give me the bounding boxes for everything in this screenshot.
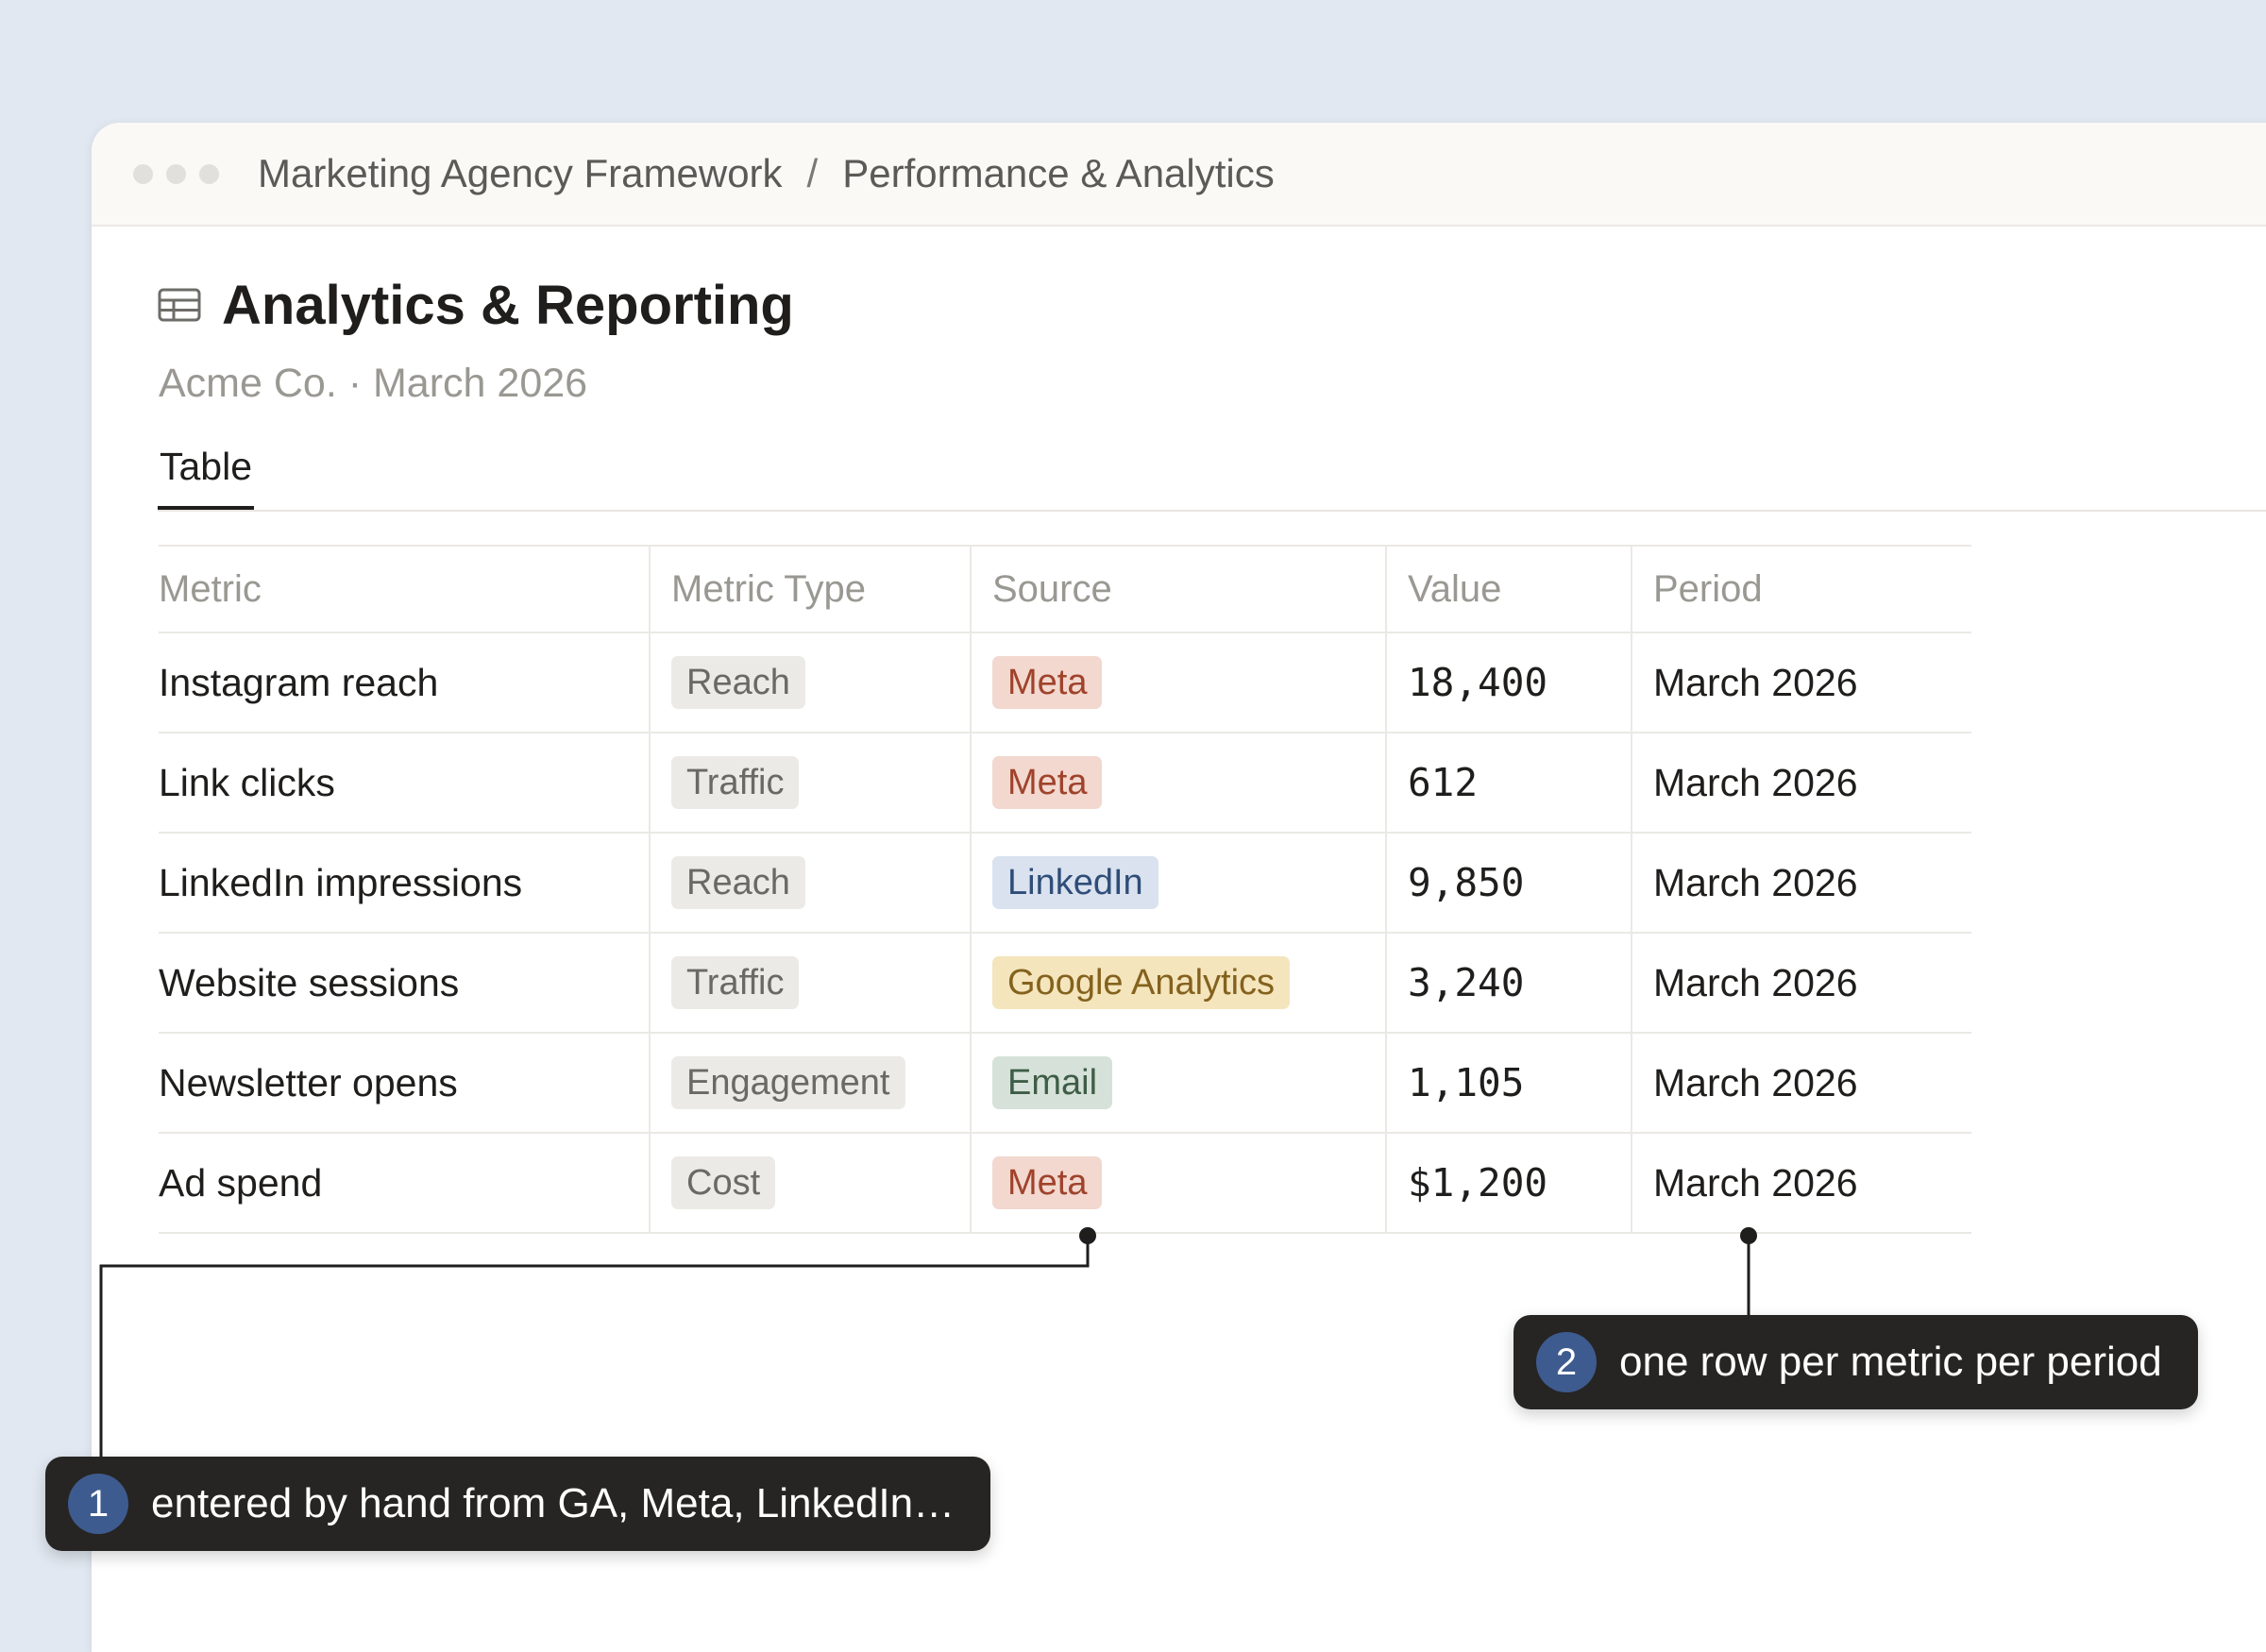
callout-anchor-dot	[1079, 1227, 1096, 1244]
callout-number-badge: 2	[1536, 1332, 1597, 1392]
callout-number-badge: 1	[68, 1474, 128, 1534]
callout-text: one row per metric per period	[1619, 1339, 2162, 1385]
callout-text: entered by hand from GA, Meta, LinkedIn…	[151, 1480, 955, 1526]
callout-1: 1 entered by hand from GA, Meta, LinkedI…	[45, 1457, 991, 1551]
callout-2: 2 one row per metric per period	[1513, 1315, 2198, 1409]
callout-anchor-dot	[1740, 1227, 1757, 1244]
